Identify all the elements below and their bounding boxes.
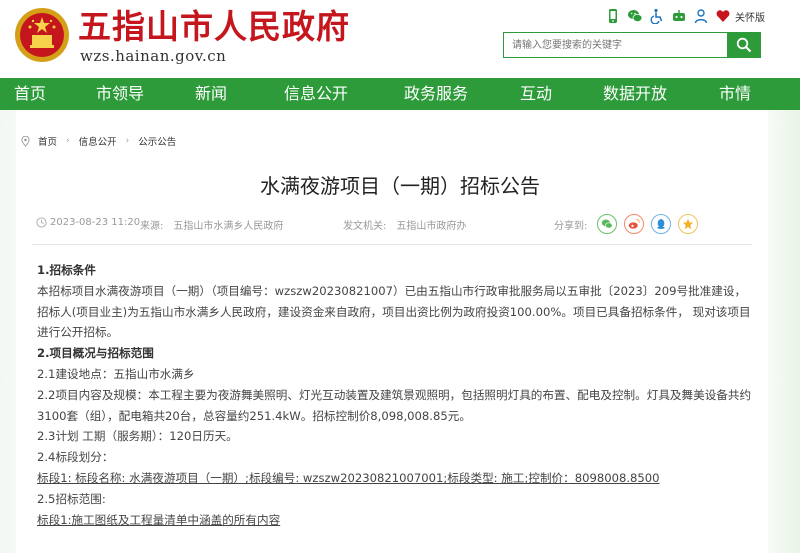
wechat-icon[interactable] — [627, 8, 643, 24]
breadcrumb-separator-icon: › — [125, 136, 130, 146]
search-input[interactable] — [503, 32, 727, 58]
share-wechat-button[interactable] — [597, 214, 617, 234]
breadcrumb-announcements[interactable]: 公示公告 — [138, 134, 176, 148]
article-title: 水满夜游项目（一期）招标公告 — [260, 174, 540, 198]
location-pin-icon — [21, 135, 30, 147]
site-header: 五指山市人民政府 wzs.hainan.gov.cn 关怀版 — [0, 0, 800, 78]
national-emblem-icon — [15, 8, 69, 62]
care-icon[interactable] — [715, 8, 731, 24]
breadcrumb-info-disclosure[interactable]: 信息公开 — [79, 134, 117, 148]
publisher-value: 五指山市政府办 — [396, 221, 467, 232]
article-body: 1.招标条件 本招标项目水满夜游项目（一期）（项目编号：wzszw2023082… — [37, 260, 755, 530]
nav-item-government-services[interactable]: 政务服务 — [404, 78, 468, 110]
nav-item-news[interactable]: 新闻 — [195, 78, 227, 110]
qq-icon — [657, 219, 665, 229]
user-icon[interactable] — [693, 8, 709, 24]
body-line: 2.3计划 工期（服务期）：120日历天。 — [37, 429, 238, 444]
share-weibo-button[interactable] — [624, 214, 644, 234]
share-buttons — [597, 214, 705, 234]
share-label: 分享到: — [554, 221, 588, 232]
publisher-label: 发文机关: — [343, 221, 387, 232]
breadcrumb: 首页 › 信息公开 › 公示公告 — [20, 134, 176, 148]
star-icon — [682, 218, 694, 230]
article-date: 2023-08-23 11:20 — [36, 217, 140, 228]
site-title[interactable]: 五指山市人民政府 — [78, 6, 350, 48]
main-nav: 首页 市领导 新闻 信息公开 政务服务 互动 数据开放 市情 — [0, 78, 800, 110]
nav-item-interaction[interactable]: 互动 — [520, 78, 552, 110]
accessibility-icon[interactable] — [649, 8, 665, 24]
source-value: 五指山市水满乡人民政府 — [173, 221, 284, 232]
nav-item-home[interactable]: 首页 — [14, 78, 46, 110]
source-label: 来源: — [140, 221, 164, 232]
nav-item-leaders[interactable]: 市领导 — [96, 78, 144, 110]
article-source: 来源: 五指山市水满乡人民政府 — [140, 217, 283, 232]
care-mode-link[interactable]: 关怀版 — [735, 9, 765, 24]
share-qq-button[interactable] — [651, 214, 671, 234]
breadcrumb-separator-icon: › — [66, 136, 70, 146]
lot-info-line: 标段1: 标段名称: 水满夜游项目（一期）;标段编号: wzszw2023082… — [37, 470, 660, 485]
body-paragraph: 本招标项目水满夜游项目（一期）（项目编号：wzszw20230821007）已由… — [37, 283, 751, 340]
wechat-icon — [601, 219, 613, 229]
lot-scope-line: 标段1:施工图纸及工程量清单中涵盖的所有内容 — [37, 512, 281, 527]
nav-item-open-data[interactable]: 数据开放 — [603, 78, 667, 110]
weibo-icon — [628, 218, 640, 229]
breadcrumb-home[interactable]: 首页 — [38, 134, 57, 148]
body-paragraph: 2.2项目内容及规模：本工程主要为夜游舞美照明、灯光互动装置及建筑景观照明，包括… — [37, 387, 752, 423]
article-publisher: 发文机关: 五指山市政府办 — [343, 217, 466, 232]
site-domain: wzs.hainan.gov.cn — [80, 47, 227, 65]
section-heading: 1.招标条件 — [37, 263, 96, 277]
nav-item-info-disclosure[interactable]: 信息公开 — [284, 78, 348, 110]
search-icon — [736, 37, 752, 53]
share-qzone-button[interactable] — [678, 214, 698, 234]
robot-icon[interactable] — [671, 8, 687, 24]
body-line: 2.4标段划分： — [37, 450, 114, 465]
article-date-value: 2023-08-23 11:20 — [50, 217, 141, 228]
top-toolbar: 关怀版 — [605, 8, 765, 24]
nav-item-city-info[interactable]: 市情 — [719, 78, 751, 110]
body-line: 2.5招标范围: — [37, 491, 106, 506]
section-heading: 2.项目概况与招标范围 — [37, 346, 154, 361]
mobile-icon[interactable] — [605, 8, 621, 24]
clock-icon — [36, 217, 47, 228]
search-button[interactable] — [727, 32, 761, 58]
meta-divider — [32, 244, 752, 245]
body-line: 2.1建设地点：五指山市水满乡 — [37, 366, 195, 381]
